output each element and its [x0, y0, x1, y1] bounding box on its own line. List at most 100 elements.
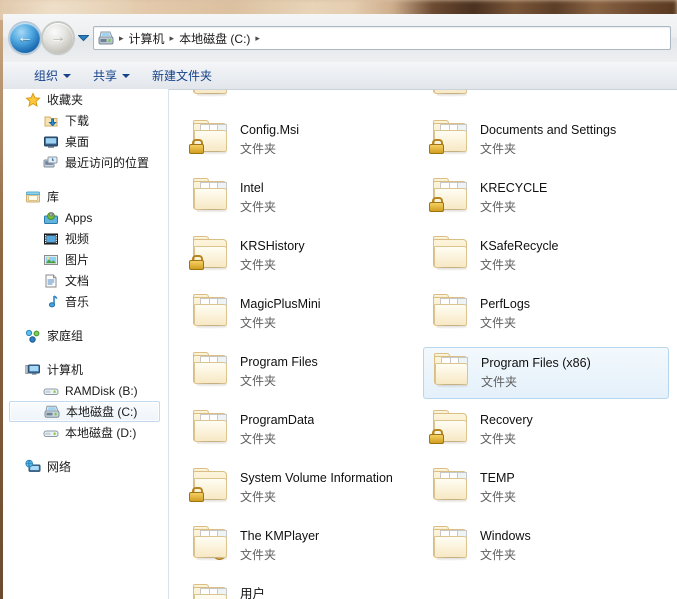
file-list-item[interactable]: TEMP 文件夹 [423, 463, 669, 515]
breadcrumb-separator[interactable]: ▸ [168, 33, 177, 43]
file-list-item[interactable]: Program Files (x86) 文件夹 [423, 347, 669, 399]
file-list-item[interactable]: Windows 文件夹 [423, 521, 669, 573]
chevron-down-icon [77, 35, 89, 42]
file-item-text: KRECYCLE 文件夹 [480, 175, 547, 215]
sidebar-label: 图片 [65, 253, 90, 267]
file-item-name: KRECYCLE [480, 181, 548, 195]
navigation-pane[interactable]: 收藏夹 下载 桌面 最近访问的位置 库 Apps 视频 图片 文档 音乐 家庭组… [3, 89, 168, 599]
sidebar-label: 文档 [65, 274, 90, 288]
sidebar-item-desktop[interactable]: 桌面 [3, 131, 168, 152]
explorer-window: ← → ▸ 计算机 ▸ 本地磁盘 (C:) ▸ 组织 共享 新建文件夹 收藏夹 … [3, 14, 677, 599]
file-item-type: 文件夹 [240, 490, 277, 504]
sidebar-label: 音乐 [65, 295, 90, 309]
sidebar-item-videos[interactable]: 视频 [3, 228, 168, 249]
sidebar-item-network[interactable]: 网络 [3, 456, 168, 477]
file-item-text: KSafeRecycle 文件夹 [480, 233, 559, 273]
file-list-item[interactable]: Config.Msi 文件夹 [183, 115, 429, 167]
file-item-text: Intel 文件夹 [240, 175, 276, 215]
forward-arrow-icon: → [50, 29, 66, 46]
toolbar-new-folder-label: 新建文件夹 [152, 69, 213, 83]
screen: ← → ▸ 计算机 ▸ 本地磁盘 (C:) ▸ 组织 共享 新建文件夹 收藏夹 … [0, 0, 677, 599]
folder-icon [429, 523, 473, 569]
file-list-item[interactable]: Documents and Settings 文件夹 [423, 115, 669, 167]
file-list-item[interactable]: KSafeRecycle 文件夹 [423, 231, 669, 283]
toolbar-share-button[interactable]: 共享 [84, 65, 139, 87]
file-item-text: The KMPlayer 文件夹 [240, 523, 319, 563]
downloads-icon [43, 113, 59, 129]
pictures-icon [43, 252, 59, 268]
file-item-text: MagicPlusMini 文件夹 [240, 291, 321, 331]
sidebar-item-local-disk-d[interactable]: 本地磁盘 (D:) [3, 422, 168, 443]
file-list-item[interactable]: 文件夹 [423, 89, 669, 109]
sidebar-label: 计算机 [47, 363, 84, 377]
file-list-item[interactable]: KRSHistory 文件夹 [183, 231, 429, 283]
file-item-name: MagicPlusMini [240, 297, 321, 311]
file-item-name: System Volume Information [240, 471, 393, 485]
file-item-name: Intel [240, 181, 264, 195]
sidebar-item-ramdisk-b[interactable]: RAMDisk (B:) [3, 380, 168, 401]
sidebar-item-music[interactable]: 音乐 [3, 291, 168, 312]
sidebar-item-documents[interactable]: 文档 [3, 270, 168, 291]
breadcrumb-local-disk-c[interactable]: 本地磁盘 (C:) [176, 29, 253, 48]
recent-pages-button[interactable] [75, 14, 91, 62]
sidebar-item-apps[interactable]: Apps [3, 207, 168, 228]
sidebar-item-downloads[interactable]: 下载 [3, 110, 168, 131]
sidebar-label: RAMDisk (B:) [65, 383, 138, 398]
locked-folder-icon [429, 117, 473, 163]
file-item-type: 文件夹 [240, 316, 277, 330]
toolbar-organize-label: 组织 [34, 69, 59, 83]
file-item-name: Windows [480, 529, 531, 543]
breadcrumb-separator: ▸ [119, 32, 124, 43]
file-list-item[interactable]: Program Files 文件夹 [183, 347, 429, 399]
folder-icon [189, 581, 233, 599]
file-list-item[interactable]: PerfLogs 文件夹 [423, 289, 669, 341]
command-toolbar: 组织 共享 新建文件夹 [3, 62, 677, 90]
file-item-type: 文件夹 [240, 432, 277, 446]
back-button[interactable]: ← [10, 23, 40, 53]
address-bar[interactable]: ▸ 计算机 ▸ 本地磁盘 (C:) ▸ [93, 26, 671, 50]
file-item-text: TEMP 文件夹 [480, 465, 516, 505]
file-list-item[interactable]: 用户 [183, 579, 429, 599]
sidebar-item-pictures[interactable]: 图片 [3, 249, 168, 270]
toolbar-organize-button[interactable]: 组织 [25, 65, 80, 87]
file-list-item[interactable]: MagicPlusMini 文件夹 [183, 289, 429, 341]
breadcrumb-separator-end[interactable]: ▸ [253, 33, 262, 43]
library-icon [25, 189, 41, 205]
file-list-item[interactable]: Intel 文件夹 [183, 173, 429, 225]
file-list-pane[interactable]: 文件夹文件夹Config.Msi文件夹Documents and Setting… [169, 89, 677, 599]
file-list-item[interactable]: ProgramData 文件夹 [183, 405, 429, 457]
sidebar-label: 家庭组 [47, 329, 84, 343]
file-item-text: Documents and Settings 文件夹 [480, 117, 616, 157]
sidebar-label: Apps [65, 210, 93, 225]
file-list-item[interactable]: Recovery 文件夹 [423, 405, 669, 457]
breadcrumb-computer[interactable]: 计算机 [126, 29, 168, 48]
sidebar-item-local-disk-c[interactable]: 本地磁盘 (C:) [9, 401, 160, 422]
padlock-icon [429, 429, 444, 444]
folder-icon [429, 233, 473, 279]
file-list-item[interactable]: The KMPlayer 文件夹 [183, 521, 429, 573]
back-arrow-icon: ← [17, 29, 33, 46]
sidebar-item-libraries[interactable]: 库 [3, 186, 168, 207]
network-icon [25, 459, 41, 475]
file-item-name: Config.Msi [240, 123, 300, 137]
sidebar-item-favorites[interactable]: 收藏夹 [3, 89, 168, 110]
toolbar-share-label: 共享 [93, 69, 118, 83]
folder-icon [189, 407, 233, 453]
sidebar-label: 库 [47, 190, 60, 204]
sidebar-item-homegroup[interactable]: 家庭组 [3, 325, 168, 346]
file-list-item[interactable]: KRECYCLE 文件夹 [423, 173, 669, 225]
file-list-item[interactable]: System Volume Information 文件夹 [183, 463, 429, 515]
file-list-item[interactable]: 文件夹 [183, 89, 429, 109]
padlock-icon [429, 197, 444, 212]
file-grid: 文件夹文件夹Config.Msi文件夹Documents and Setting… [169, 89, 677, 599]
sidebar-item-recent-places[interactable]: 最近访问的位置 [3, 152, 168, 173]
forward-button[interactable]: → [43, 23, 73, 53]
sidebar-label: 本地磁盘 (D:) [65, 426, 137, 440]
toolbar-new-folder-button[interactable]: 新建文件夹 [143, 65, 221, 87]
file-item-text: Recovery 文件夹 [480, 407, 533, 447]
file-item-text: KRSHistory 文件夹 [240, 233, 305, 273]
sidebar-item-computer[interactable]: 计算机 [3, 359, 168, 380]
